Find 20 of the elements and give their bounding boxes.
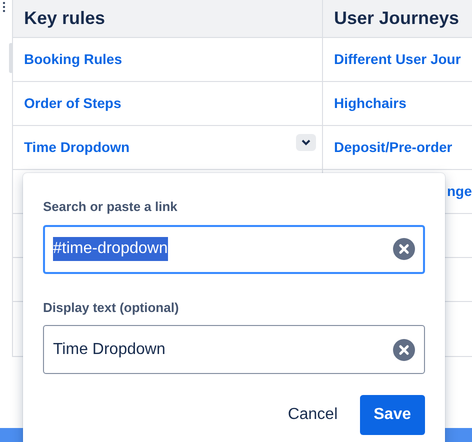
scrollbar[interactable]: [9, 43, 13, 73]
clear-icon[interactable]: [393, 338, 415, 360]
table-link[interactable]: Booking Rules: [24, 49, 122, 70]
column-header: User Journeys: [333, 7, 460, 30]
clear-icon[interactable]: [393, 238, 415, 260]
save-button[interactable]: Save: [360, 395, 425, 435]
field-label: Search or paste a link: [43, 198, 178, 216]
table-link[interactable]: Deposit/Pre-order: [334, 137, 452, 158]
chevron-down-icon: [301, 139, 311, 146]
table-link[interactable]: Highchairs: [334, 93, 406, 114]
dropdown-button[interactable]: [296, 134, 316, 151]
input-field[interactable]: Time Dropdown: [43, 325, 425, 374]
field-label: Display text (optional): [43, 298, 180, 317]
table-link[interactable]: Different User Jour: [334, 49, 461, 70]
table-link[interactable]: Order of Steps: [24, 93, 122, 114]
column-header: Key rules: [13, 0, 323, 37]
cancel-button[interactable]: Cancel: [274, 395, 352, 435]
table-link[interactable]: nge: [447, 181, 472, 202]
table-link[interactable]: Time Dropdown: [24, 137, 130, 158]
input-field[interactable]: #time-dropdown: [43, 224, 425, 274]
